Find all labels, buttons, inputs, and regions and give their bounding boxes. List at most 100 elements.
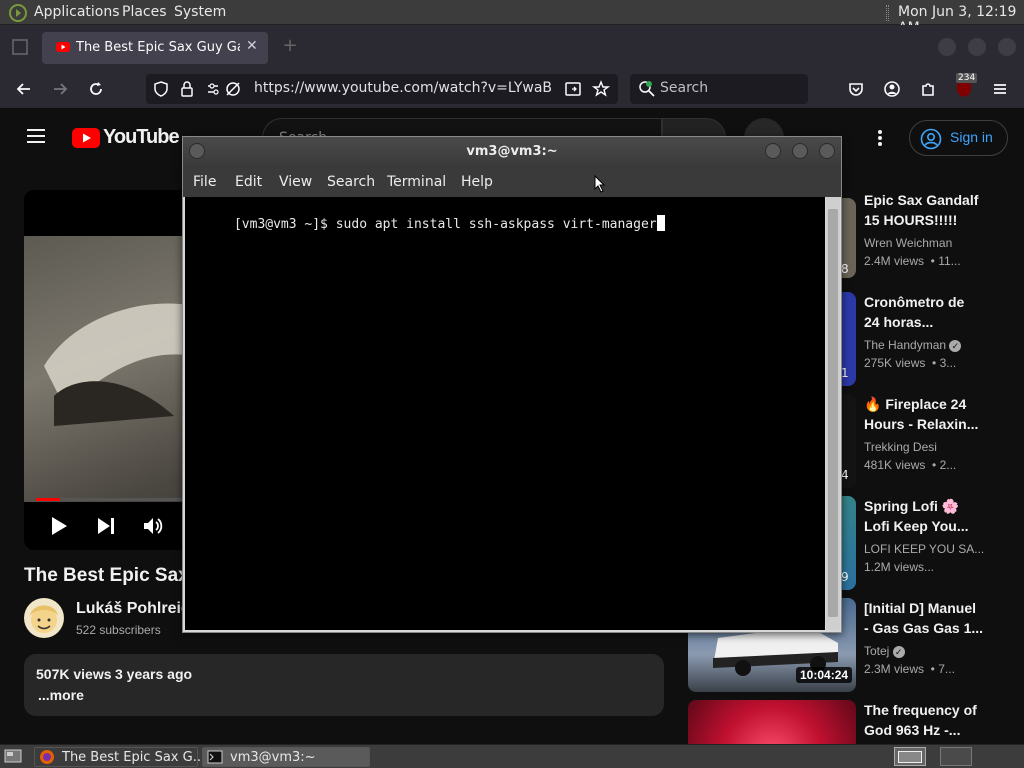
youtube-play-logo-icon [72,128,100,148]
menu-terminal[interactable]: Terminal [387,174,446,190]
tab-close-icon[interactable]: ✕ [246,38,258,54]
show-desktop-icon[interactable] [4,748,22,764]
menu-help[interactable]: Help [461,174,493,190]
suggestion-title-line2: Hours - Relaxin... [864,416,979,432]
menu-search[interactable]: Search [327,174,375,190]
thumbnail-edge-label: 1 [841,366,849,380]
account-icon[interactable] [882,79,902,99]
shell-prompt: [vm3@vm3 ~]$ [233,217,336,232]
new-tab-icon[interactable]: + [280,37,300,57]
hamburger-menu-icon[interactable] [990,79,1010,99]
settings-more-icon[interactable] [872,128,888,148]
sign-in-label: Sign in [950,129,993,145]
suggestion-title: Spring Lofi 🌸 Lofi Keep You... [864,496,1014,536]
suggestion-title: 🔥 Fireplace 24 Hours - Relaxin... [864,394,1014,434]
thumbnail-edge-label: 8 [841,262,849,276]
terminal-title: vm3@vm3:~ [466,144,558,159]
extension-badge: 234 [956,73,978,83]
view-count: 507K views [36,666,112,682]
suggestion-channel: Wren Weichman [864,236,953,250]
url-text: https://www.youtube.com/watch?v=LYwaBpL6… [254,80,552,96]
tab-list-icon[interactable] [10,37,30,57]
reload-icon[interactable] [86,79,106,99]
close-window-icon[interactable] [998,38,1016,56]
permissions-icon[interactable] [206,80,242,98]
suggestion-channel: LOFI KEEP YOU SA... [864,542,985,556]
search-engine-icon[interactable] [638,80,656,98]
scrollbar-thumb[interactable] [828,209,838,617]
taskbar-firefox-label: The Best Epic Sax G... [62,750,206,765]
browser-search-bar[interactable]: Search [630,74,808,104]
suggestion-meta: 1.2M views... [864,560,935,574]
reader-view-icon[interactable] [564,80,582,98]
suggestion-title-line1: 🔥 Fireplace 24 [864,396,967,412]
suggestion-title-line2: 15 HOURS!!!!! [864,212,958,228]
firefox-icon [39,749,55,765]
suggestion-channel: The Handyman ✓ [864,336,962,354]
youtube-logo-text: YouTube [103,126,180,148]
workspace-switcher[interactable] [894,747,926,766]
minimize-window-icon[interactable] [938,38,956,56]
video-progress-played [36,498,60,501]
suggestion-title-line2: Lofi Keep You... [864,518,969,534]
taskbar-terminal-label: vm3@vm3:~ [230,750,316,765]
workspace-empty[interactable] [940,747,972,766]
taskbar-firefox-window[interactable]: The Best Epic Sax G... [34,747,205,767]
suggestion-meta: 2.3M views • 7... [864,662,955,676]
suggestion-title-line1: Epic Sax Gandalf [864,192,979,208]
suggestion-meta: 2.4M views • 11... [864,254,961,268]
terminal-icon [207,749,223,765]
next-video-icon[interactable] [96,516,116,536]
shield-icon[interactable] [152,80,170,98]
applications-menu[interactable]: Applications [34,4,120,20]
typed-command: sudo apt install ssh-askpass virt-manage… [335,217,657,232]
pocket-icon[interactable] [846,79,866,99]
play-icon[interactable] [50,516,68,536]
terminal-menubar: File Edit View Search Terminal Help [183,167,841,197]
maximize-window-icon[interactable] [968,38,986,56]
sign-in-button[interactable]: Sign in [909,120,1008,156]
channel-avatar[interactable] [24,598,64,638]
close-window-icon[interactable] [819,143,835,159]
guide-menu-icon[interactable] [26,128,46,144]
back-icon[interactable] [14,79,34,99]
thumbnail-edge-label: 9 [841,570,849,584]
menu-view[interactable]: View [279,174,312,190]
suggestion-thumbnail [688,700,856,744]
places-menu[interactable]: Places [122,4,167,20]
terminal-screen[interactable]: [vm3@vm3 ~]$ sudo apt install ssh-askpas… [185,197,825,630]
bookmark-star-icon[interactable] [592,80,610,98]
terminal-scrollbar[interactable] [826,197,840,630]
menu-file[interactable]: File [193,174,216,190]
description-box[interactable]: 507K views 3 years ago ...more [24,654,664,716]
gnome-foot-icon[interactable] [8,3,28,23]
suggestion-title-line2: God 963 Hz -... [864,722,961,738]
forward-icon[interactable] [50,79,70,99]
url-bar[interactable]: https://www.youtube.com/watch?v=LYwaBpL6… [146,74,618,104]
volume-icon[interactable] [142,516,164,536]
menu-edit[interactable]: Edit [235,174,262,190]
terminal-titlebar[interactable]: vm3@vm3:~ [183,137,841,167]
thumbnail-edge-label: 4 [841,468,849,482]
taskbar-terminal-window[interactable]: vm3@vm3:~ [202,747,370,767]
video-title: The Best Epic Sax [24,565,189,586]
maximize-window-icon[interactable] [792,143,808,159]
terminal-window[interactable]: vm3@vm3:~ File Edit View Search Terminal… [182,136,842,633]
youtube-favicon-icon [56,42,70,52]
search-placeholder: Search [660,80,709,96]
lock-icon[interactable] [178,80,196,98]
suggestion-item[interactable]: The frequency of God 963 Hz -... [688,700,1018,744]
suggestion-title-line1: Spring Lofi 🌸 [864,498,960,514]
channel-name[interactable]: Lukáš Pohlreic [76,600,190,618]
suggestion-channel: Trekking Desi [864,440,937,454]
suggestion-title: [Initial D] Manuel - Gas Gas Gas 1... [864,598,1014,638]
minimize-window-icon[interactable] [765,143,781,159]
system-menu[interactable]: System [174,4,226,20]
suggestion-title: Epic Sax Gandalf 15 HOURS!!!!! [864,190,1014,230]
extensions-icon[interactable] [918,79,938,99]
browser-tab[interactable]: The Best Epic Sax Guy Gand ✕ [42,32,268,64]
suggestion-meta: 481K views • 2... [864,458,957,472]
subscriber-count: 522 subscribers [76,623,161,637]
show-more-link[interactable]: ...more [38,687,84,703]
suggestion-title: Cronômetro de 24 horas... [864,292,1014,332]
